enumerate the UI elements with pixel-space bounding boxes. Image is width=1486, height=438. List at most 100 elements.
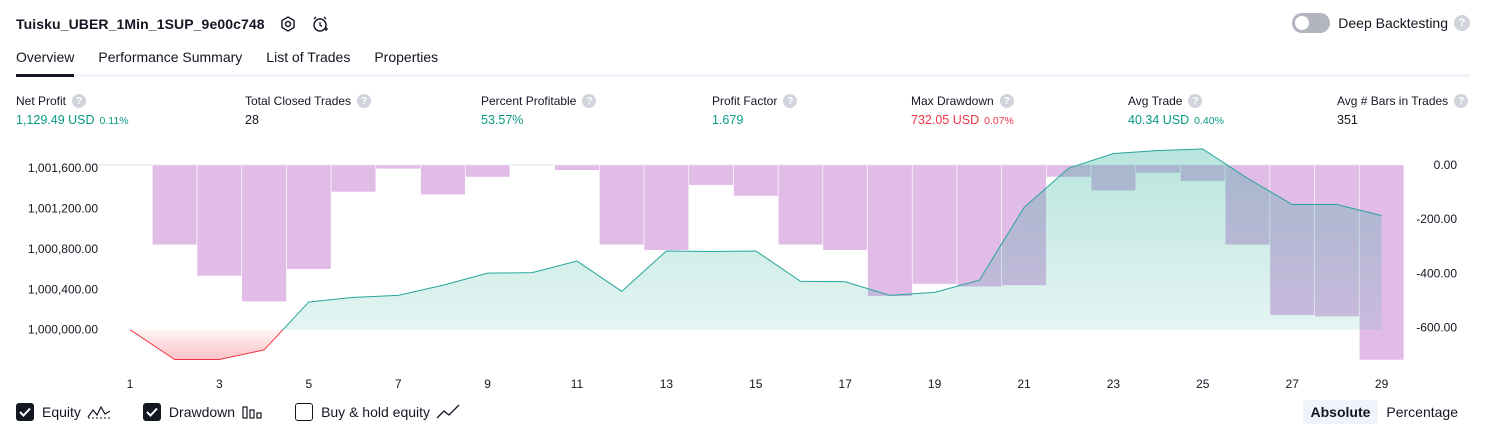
- legend-label: Drawdown: [168, 404, 236, 420]
- x-axis-tick-label: 15: [749, 377, 763, 391]
- info-icon[interactable]: ?: [357, 94, 372, 108]
- equity-drawdown-chart[interactable]: 1,000,000.00 1,000,400.00 1,000,800.00 1,00…: [0, 140, 1486, 395]
- metric-value: 1.679: [712, 113, 744, 127]
- metric-label: Net Profit: [16, 94, 67, 108]
- metric-percent: 0.07%: [984, 115, 1014, 127]
- x-axis-tick-label: 21: [1017, 377, 1031, 391]
- info-icon[interactable]: ?: [999, 94, 1014, 108]
- left-axis-tick-label: 1,000,800.00: [28, 242, 98, 256]
- info-icon[interactable]: ?: [582, 94, 597, 108]
- deep-backtesting-label: Deep Backtesting: [1338, 15, 1448, 31]
- left-axis-tick-label: 1,000,000.00: [28, 323, 98, 337]
- metric-percent: 0.11%: [99, 115, 129, 127]
- alarm-clock-add-icon[interactable]: [311, 15, 329, 33]
- right-axis-tick-label: -600.00: [1416, 320, 1457, 334]
- chart-legend: Equity Drawdown Buy & hold equity: [16, 403, 492, 421]
- metrics-row: Net Profit? 1,129.49 USD 0.11% Total Clos…: [0, 94, 1486, 134]
- absolute-button[interactable]: Absolute: [1302, 400, 1379, 424]
- strategy-header: Tuisku_UBER_1Min_1SUP_9e00c748: [16, 12, 329, 36]
- left-axis-tick-label: 1,001,600.00: [28, 161, 98, 175]
- metric-value: 1,129.49 USD: [16, 113, 95, 127]
- drawdown-bar: [911, 164, 958, 285]
- tab-properties[interactable]: Properties: [374, 46, 438, 74]
- x-axis-tick-label: 25: [1196, 377, 1210, 391]
- right-axis-tick-label: -200.00: [1416, 212, 1457, 226]
- strategy-name: Tuisku_UBER_1Min_1SUP_9e00c748: [16, 16, 265, 32]
- toggle-knob: [1295, 16, 1310, 30]
- info-icon[interactable]: ?: [1454, 94, 1469, 108]
- tab-bar: Overview Performance Summary List of Tra…: [16, 46, 1470, 77]
- metric-label: Avg # Bars in Trades: [1337, 94, 1449, 108]
- equity-line-icon: [87, 404, 111, 420]
- scale-toggle: Absolute Percentage: [1302, 400, 1467, 424]
- drawdown-bar: [464, 164, 511, 178]
- drawdown-checkbox[interactable]: [142, 403, 161, 421]
- left-axis-tick-label: 1,000,400.00: [28, 282, 98, 296]
- equity-checkbox[interactable]: [16, 403, 34, 421]
- right-axis-tick-label: -400.00: [1416, 266, 1457, 280]
- drawdown-bar: [152, 164, 198, 246]
- info-icon[interactable]: ?: [1188, 94, 1203, 108]
- metric-label: Avg Trade: [1128, 94, 1183, 108]
- gear-icon[interactable]: [279, 15, 297, 33]
- metric-max-drawdown: Max Drawdown? 732.05 USD 0.07%: [911, 94, 1014, 127]
- metric-total-closed-trades: Total Closed Trades? 28: [245, 94, 372, 127]
- x-axis-tick-label: 7: [395, 377, 402, 391]
- drawdown-bar: [554, 164, 600, 171]
- x-axis-tick-label: 17: [839, 377, 853, 391]
- metric-label: Total Closed Trades: [245, 94, 352, 108]
- info-icon[interactable]: ?: [72, 94, 87, 108]
- drawdown-bar: [733, 164, 779, 197]
- tab-list-of-trades[interactable]: List of Trades: [266, 46, 350, 74]
- drawdown-bars-icon: [241, 404, 263, 420]
- x-axis-tick-label: 3: [216, 377, 223, 391]
- x-axis-tick-label: 1: [127, 377, 134, 391]
- metric-avg-trade: Avg Trade? 40.34 USD 0.40%: [1128, 94, 1224, 127]
- metric-value: 732.05 USD: [911, 113, 980, 127]
- legend-label: Equity: [42, 404, 81, 420]
- metric-label: Percent Profitable: [481, 94, 577, 108]
- x-axis-tick-label: 13: [660, 377, 674, 391]
- legend-drawdown[interactable]: Drawdown: [142, 403, 263, 421]
- metric-label: Max Drawdown: [911, 94, 994, 108]
- deep-backtesting-toggle[interactable]: [1292, 13, 1331, 33]
- x-axis-tick-label: 11: [571, 377, 584, 391]
- legend-buy-hold-equity[interactable]: Buy & hold equity: [295, 403, 460, 421]
- drawdown-bar: [330, 164, 377, 193]
- x-axis-tick-label: 5: [305, 377, 312, 391]
- metric-label: Profit Factor: [712, 94, 778, 108]
- drawdown-bar: [643, 164, 690, 251]
- metric-net-profit: Net Profit? 1,129.49 USD 0.11%: [16, 94, 129, 127]
- metric-value: 40.34 USD: [1128, 113, 1190, 127]
- drawdown-bar: [688, 164, 734, 186]
- deep-backtesting: Deep Backtesting ?: [1292, 13, 1470, 33]
- tab-overview[interactable]: Overview: [16, 46, 75, 77]
- metric-value: 28: [245, 113, 259, 127]
- percentage-button[interactable]: Percentage: [1378, 400, 1466, 424]
- x-axis-tick-label: 23: [1107, 377, 1121, 391]
- right-axis-tick-label: 0.00: [1434, 158, 1458, 172]
- left-axis-tick-label: 1,001,200.00: [28, 202, 98, 216]
- x-axis-tick-label: 29: [1375, 377, 1389, 391]
- drawdown-bar: [241, 164, 287, 303]
- drawdown-bar: [777, 164, 824, 246]
- info-icon[interactable]: ?: [783, 94, 798, 108]
- buy-hold-line-icon: [436, 404, 460, 420]
- metric-profit-factor: Profit Factor? 1.679: [712, 94, 798, 127]
- metric-value: 53.57%: [481, 113, 524, 127]
- tab-performance-summary[interactable]: Performance Summary: [98, 46, 242, 74]
- buy-hold-checkbox[interactable]: [295, 403, 314, 421]
- drawdown-bar: [286, 164, 332, 270]
- legend-equity[interactable]: Equity: [16, 403, 111, 421]
- x-axis-tick-label: 27: [1286, 377, 1300, 391]
- drawdown-bar: [196, 164, 243, 277]
- x-axis-tick-label: 19: [928, 377, 942, 391]
- drawdown-bar: [375, 164, 421, 170]
- drawdown-bar: [420, 164, 466, 196]
- metric-percent-profitable: Percent Profitable? 53.57%: [481, 94, 597, 127]
- legend-label: Buy & hold equity: [321, 404, 431, 420]
- metric-value: 351: [1337, 113, 1358, 127]
- question-icon[interactable]: ?: [1454, 15, 1470, 31]
- drawdown-bar: [822, 164, 868, 251]
- drawdown-bar: [599, 164, 645, 246]
